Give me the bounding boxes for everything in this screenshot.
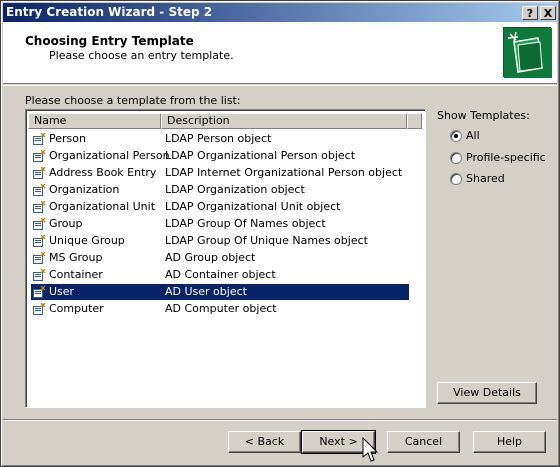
template-name: Group: [49, 217, 83, 230]
window-title: Entry Creation Wizard - Step 2: [6, 5, 213, 19]
template-row[interactable]: Group LDAP Group Of Names object: [31, 216, 409, 232]
template-description: LDAP Organizational Person object: [165, 149, 356, 162]
wizard-window: Entry Creation Wizard - Step 2 ? X Choos…: [0, 0, 560, 467]
page-subtitle: Please choose an entry template.: [49, 49, 234, 62]
wizard-folder-icon: [503, 27, 552, 78]
entry-template-icon: [33, 234, 46, 247]
cancel-button[interactable]: Cancel: [387, 431, 460, 453]
template-row[interactable]: Organization LDAP Organization object: [31, 182, 409, 198]
template-name: Organizational Person: [49, 149, 170, 162]
template-row[interactable]: Person LDAP Person object: [31, 131, 409, 147]
template-description: LDAP Person object: [165, 132, 272, 145]
help-button[interactable]: Help: [473, 431, 546, 453]
footer-divider: [3, 419, 557, 421]
template-list[interactable]: Name Description Person LDAP Person objec…: [25, 109, 426, 408]
template-description: LDAP Internet Organizational Person obje…: [165, 166, 403, 179]
entry-template-icon: [33, 302, 46, 315]
template-description: LDAP Group Of Unique Names object: [165, 234, 368, 247]
template-row[interactable]: Computer AD Computer object: [31, 301, 409, 317]
template-description: LDAP Group Of Names object: [165, 217, 326, 230]
mouse-pointer-icon: [362, 436, 380, 463]
template-description: AD Computer object: [165, 302, 277, 315]
template-row[interactable]: MS Group AD Group object: [31, 250, 409, 266]
template-name: Address Book Entry: [49, 166, 157, 179]
template-description: LDAP Organization object: [165, 183, 305, 196]
template-description: AD User object: [165, 285, 247, 298]
template-name: Computer: [49, 302, 104, 315]
column-header-description[interactable]: Description: [161, 113, 407, 129]
template-name: User: [49, 285, 75, 298]
close-button[interactable]: X: [540, 6, 556, 20]
wizard-header: Choosing Entry Template Please choose an…: [3, 22, 557, 84]
title-bar[interactable]: Entry Creation Wizard - Step 2 ? X: [3, 3, 557, 22]
radio-label: Profile-specific: [466, 151, 546, 164]
template-row[interactable]: User AD User object: [31, 284, 409, 300]
radio-button[interactable]: [450, 152, 462, 164]
entry-template-icon: [33, 217, 46, 230]
template-name: Organization: [49, 183, 120, 196]
back-button[interactable]: < Back: [228, 431, 301, 453]
template-row[interactable]: Organizational Unit LDAP Organizational U…: [31, 199, 409, 215]
column-header-filler: [407, 113, 422, 129]
template-name: Container: [49, 268, 103, 281]
list-caption: Please choose a template from the list:: [25, 94, 241, 107]
template-name: Unique Group: [49, 234, 125, 247]
template-name: Organizational Unit: [49, 200, 156, 213]
header-divider: [3, 85, 557, 86]
entry-template-icon: [33, 166, 46, 179]
template-name: MS Group: [49, 251, 103, 264]
view-details-button[interactable]: View Details: [437, 382, 537, 404]
template-name: Person: [49, 132, 86, 145]
entry-template-icon: [33, 183, 46, 196]
radio-label: All: [466, 129, 480, 142]
template-description: LDAP Organizational Unit object: [165, 200, 341, 213]
template-row[interactable]: Container AD Container object: [31, 267, 409, 283]
template-row[interactable]: Organizational Person LDAP Organizational…: [31, 148, 409, 164]
template-row[interactable]: Address Book Entry LDAP Internet Organiza…: [31, 165, 409, 181]
radio-button[interactable]: [450, 173, 462, 185]
page-title: Choosing Entry Template: [25, 34, 194, 48]
entry-template-icon: [33, 132, 46, 145]
template-description: AD Group object: [165, 251, 256, 264]
radio-label: Shared: [466, 172, 505, 185]
entry-template-icon: [33, 268, 46, 281]
entry-template-icon: [33, 149, 46, 162]
template-description: AD Container object: [165, 268, 276, 281]
column-header-name[interactable]: Name: [28, 113, 161, 129]
template-row[interactable]: Unique Group LDAP Group Of Unique Names o…: [31, 233, 409, 249]
radio-button[interactable]: [450, 130, 462, 142]
entry-template-icon: [33, 200, 46, 213]
entry-template-icon: [33, 251, 46, 264]
entry-template-icon: [33, 285, 46, 298]
show-templates-label: Show Templates:: [437, 109, 530, 122]
help-title-button[interactable]: ?: [522, 6, 538, 20]
